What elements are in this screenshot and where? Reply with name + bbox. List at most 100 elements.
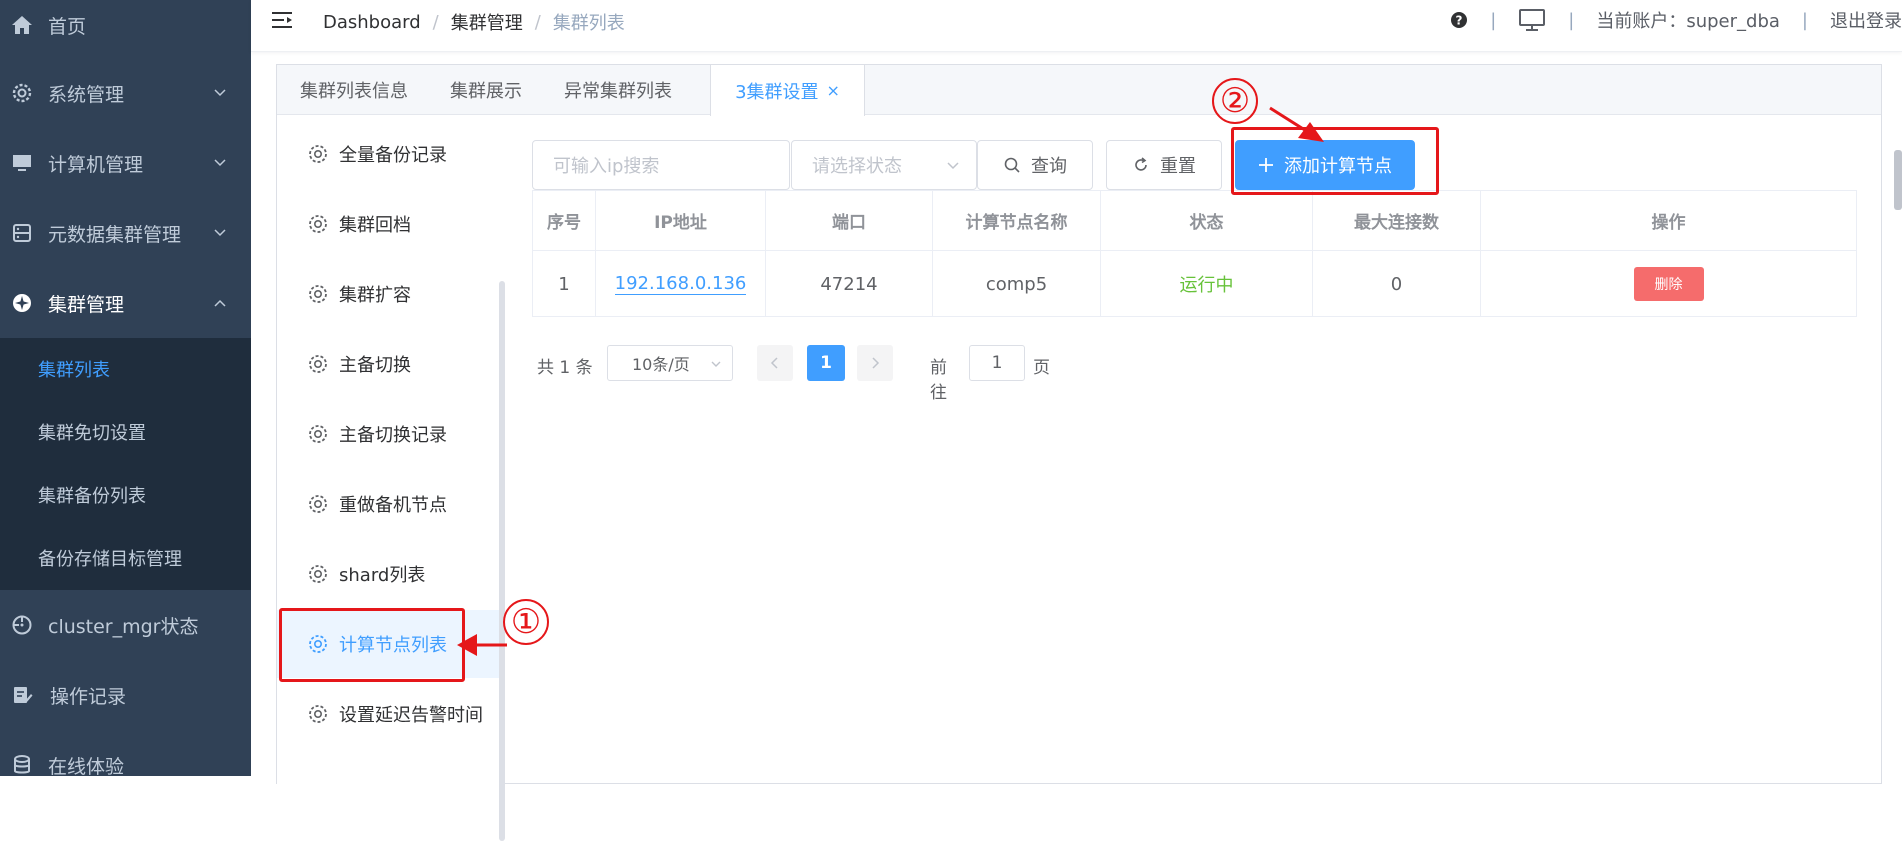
hamburger-icon[interactable] bbox=[271, 10, 295, 32]
tabs-header: 集群列表信息 集群展示 异常集群列表 3集群设置 × bbox=[277, 65, 1881, 116]
close-icon[interactable]: × bbox=[827, 81, 840, 100]
chevron-down-icon bbox=[214, 159, 226, 167]
ip-link[interactable]: 192.168.0.136 bbox=[614, 273, 747, 295]
inner-item-label: 全量备份记录 bbox=[339, 145, 447, 166]
sidebar-subitem-backup-storage[interactable]: 备份存储目标管理 bbox=[0, 527, 251, 589]
cell-actions: 删除 bbox=[1481, 251, 1856, 317]
gear-icon bbox=[309, 355, 327, 373]
annotation-arrow-down-right-icon bbox=[1269, 106, 1324, 142]
sidebar-item-label: cluster_mgr状态 bbox=[48, 615, 199, 638]
page-scrollbar[interactable] bbox=[1894, 150, 1902, 210]
monitor-icon bbox=[10, 151, 34, 175]
annotation-box-compute-node-list bbox=[279, 608, 465, 682]
navbar-divider: | bbox=[1490, 9, 1497, 31]
top-navbar: Dashboard / 集群管理 / 集群列表 ? | | 当前账户：super… bbox=[251, 0, 1902, 52]
inner-item-rebuild-replica[interactable]: 重做备机节点 bbox=[277, 470, 504, 538]
next-page-button[interactable] bbox=[857, 345, 893, 381]
sidebar-item-label: 集群管理 bbox=[48, 293, 125, 316]
cell-max-connections: 0 bbox=[1313, 251, 1481, 317]
cell-node-name: comp5 bbox=[933, 251, 1101, 317]
pagination-total: 共 1 条 bbox=[537, 358, 593, 378]
edit-document-icon bbox=[10, 683, 34, 707]
gear-icon bbox=[10, 81, 34, 105]
cell-port: 47214 bbox=[766, 251, 933, 317]
inner-item-shard-list[interactable]: shard列表 bbox=[277, 540, 504, 608]
sidebar-item-operation-log[interactable]: 操作记录 bbox=[0, 660, 251, 730]
crosshair-icon bbox=[10, 613, 34, 637]
sidebar-item-online-trial[interactable]: 在线体验 bbox=[0, 730, 251, 800]
sidebar-item-cluster-mgr-status[interactable]: cluster_mgr状态 bbox=[0, 590, 251, 660]
tab-cluster-display[interactable]: 集群展示 bbox=[431, 65, 541, 115]
inner-item-label: 集群回档 bbox=[339, 215, 411, 236]
page-size-select[interactable]: 10条/页 bbox=[607, 345, 733, 381]
gear-icon bbox=[309, 565, 327, 583]
prev-page-button[interactable] bbox=[757, 345, 793, 381]
chevron-left-icon bbox=[770, 357, 778, 369]
inner-item-label: 集群扩容 bbox=[339, 285, 411, 306]
inner-item-delay-alert-time[interactable]: 设置延迟告警时间 bbox=[277, 680, 504, 748]
column-header-max-connections: 最大连接数 bbox=[1313, 191, 1481, 250]
inner-item-cluster-scale-out[interactable]: 集群扩容 bbox=[277, 260, 504, 328]
gear-icon bbox=[309, 145, 327, 163]
sidebar-subitem-label: 集群列表 bbox=[38, 360, 110, 381]
inner-item-label: 主备切换记录 bbox=[339, 425, 447, 446]
database-icon bbox=[10, 753, 34, 777]
sidebar-subitem-failover-settings[interactable]: 集群免切设置 bbox=[0, 401, 251, 463]
cell-ip: 192.168.0.136 bbox=[596, 251, 766, 317]
table-header-row: 序号 IP地址 端口 计算节点名称 状态 最大连接数 操作 bbox=[533, 191, 1856, 251]
tab-label: 3集群设置 bbox=[735, 81, 819, 103]
sidebar-item-system[interactable]: 系统管理 bbox=[0, 58, 251, 128]
inner-item-full-backup-records[interactable]: 全量备份记录 bbox=[277, 120, 504, 188]
cluster-icon bbox=[10, 291, 34, 315]
sidebar-item-label: 计算机管理 bbox=[48, 153, 144, 176]
page-suffix-label: 页 bbox=[1033, 358, 1050, 378]
tab-label: 集群列表信息 bbox=[300, 81, 408, 102]
current-account: 当前账户：super_dba bbox=[1596, 11, 1780, 32]
sidebar-item-computer[interactable]: 计算机管理 bbox=[0, 128, 251, 198]
column-header-status: 状态 bbox=[1101, 191, 1313, 250]
inner-item-label: shard列表 bbox=[339, 565, 426, 586]
tab-abnormal-cluster-list[interactable]: 异常集群列表 bbox=[541, 65, 695, 115]
sidebar-item-metadata-cluster[interactable]: 元数据集群管理 bbox=[0, 198, 251, 268]
cell-status: 运行中 bbox=[1101, 251, 1313, 317]
breadcrumb-dashboard[interactable]: Dashboard bbox=[323, 12, 421, 33]
goto-page-input[interactable]: 1 bbox=[969, 345, 1025, 381]
database-panel-icon bbox=[10, 221, 34, 245]
delete-button[interactable]: 删除 bbox=[1633, 267, 1704, 301]
inner-item-cluster-rollback[interactable]: 集群回档 bbox=[277, 190, 504, 258]
tab-label: 异常集群列表 bbox=[564, 81, 672, 102]
home-icon bbox=[10, 13, 34, 37]
inner-menu-scrollbar[interactable] bbox=[499, 281, 505, 841]
annotation-box-add-node bbox=[1231, 127, 1439, 195]
status-select[interactable]: 请选择状态 bbox=[791, 140, 977, 190]
chevron-up-icon bbox=[214, 299, 226, 307]
query-button[interactable]: 查询 bbox=[977, 140, 1093, 190]
sidebar-subitem-backup-list[interactable]: 集群备份列表 bbox=[0, 464, 251, 526]
sidebar-item-cluster-management[interactable]: 集群管理 bbox=[0, 268, 251, 338]
column-header-port: 端口 bbox=[766, 191, 933, 250]
fullscreen-monitor-icon[interactable] bbox=[1518, 8, 1546, 32]
sidebar-item-home[interactable]: 首页 bbox=[0, 0, 251, 60]
query-button-label: 查询 bbox=[1031, 156, 1067, 177]
navbar-right: ? | | 当前账户：super_dba | 退出登录 bbox=[1450, 0, 1902, 40]
tab-cluster-list-info[interactable]: 集群列表信息 bbox=[277, 65, 431, 115]
logout-link[interactable]: 退出登录 bbox=[1830, 7, 1902, 33]
navbar-divider: | bbox=[1568, 9, 1575, 31]
sidebar-item-label: 元数据集群管理 bbox=[48, 223, 182, 246]
chevron-down-icon bbox=[711, 361, 721, 367]
reset-button[interactable]: 重置 bbox=[1106, 140, 1222, 190]
tab-cluster-settings[interactable]: 3集群设置 × bbox=[710, 65, 865, 116]
help-icon[interactable]: ? bbox=[1450, 11, 1468, 29]
cell-index: 1 bbox=[533, 251, 596, 317]
sidebar-subitem-cluster-list[interactable]: 集群列表 bbox=[0, 338, 251, 400]
reset-button-label: 重置 bbox=[1160, 156, 1196, 177]
sidebar: 首页 系统管理 计算机管理 元数据集群管理 集群管理 集群列表 集群免切设置 集… bbox=[0, 0, 251, 778]
refresh-icon bbox=[1135, 157, 1147, 171]
breadcrumb-cluster-management[interactable]: 集群管理 bbox=[451, 9, 523, 35]
column-header-node-name: 计算节点名称 bbox=[933, 191, 1101, 250]
inner-item-switchover[interactable]: 主备切换 bbox=[277, 330, 504, 398]
ip-search-input[interactable]: 可输入ip搜索 bbox=[532, 140, 790, 190]
page-number-current[interactable]: 1 bbox=[807, 345, 845, 381]
inner-item-switchover-records[interactable]: 主备切换记录 bbox=[277, 400, 504, 468]
navbar-divider: | bbox=[1801, 9, 1808, 31]
